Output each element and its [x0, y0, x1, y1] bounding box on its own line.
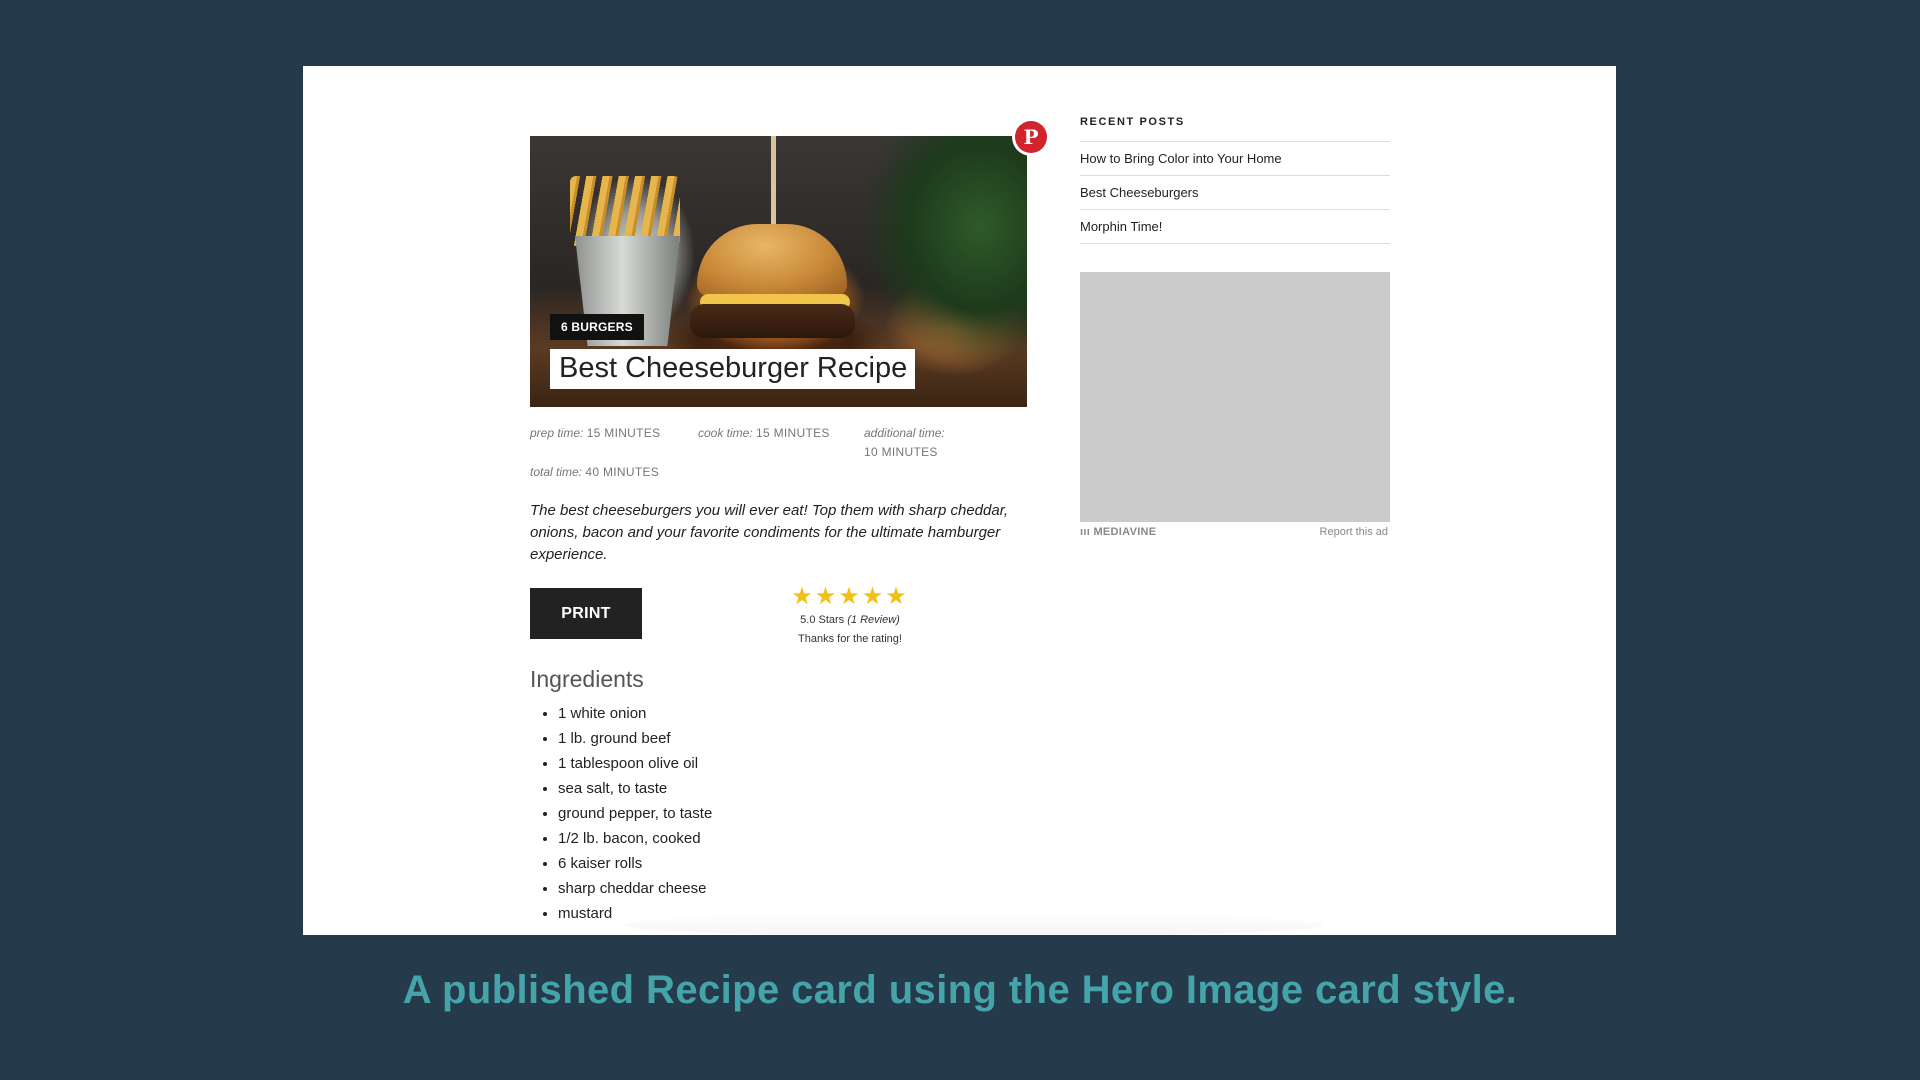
caption: A published Recipe card using the Hero I…: [402, 968, 1518, 1012]
recipe-title: Best Cheeseburger Recipe: [550, 349, 916, 389]
scroll-fade: [623, 913, 1323, 935]
burger-bun-graphic: [697, 224, 847, 296]
cook-time-label: cook time:: [698, 426, 753, 440]
ingredient-item: 6 kaiser rolls: [558, 851, 712, 876]
rating-reviews-text: (1 Review): [847, 614, 900, 626]
ad-brand-text: MEDIAVINE: [1093, 526, 1157, 538]
prep-time: prep time: 15 MINUTES: [530, 424, 660, 443]
ingredients-list: 1 white onion 1 lb. ground beef 1 tables…: [530, 701, 712, 926]
star-icon[interactable]: ★: [838, 583, 862, 610]
prep-time-label: prep time:: [530, 426, 584, 440]
burger-pick: [771, 136, 776, 232]
ingredient-item: 1/2 lb. bacon, cooked: [558, 826, 712, 851]
star-icon[interactable]: ★: [815, 583, 839, 610]
ad-footer: ııı MEDIAVINE Report this ad: [1080, 526, 1390, 538]
mediavine-logo: ııı MEDIAVINE: [1080, 526, 1157, 538]
star-icon[interactable]: ★: [885, 583, 909, 610]
pinterest-icon: P: [1015, 121, 1047, 153]
print-button[interactable]: PRINT: [530, 588, 642, 639]
recipe-summary: The best cheeseburgers you will ever eat…: [530, 502, 1009, 563]
ad-slot[interactable]: [1080, 272, 1390, 522]
star-rating[interactable]: ★★★★★: [780, 584, 920, 610]
ingredient-item: sea salt, to taste: [558, 776, 712, 801]
additional-time-label: additional time:: [864, 426, 945, 440]
rating-widget: ★★★★★ 5.0 Stars (1 Review) Thanks for th…: [780, 584, 920, 646]
rating-stars-text: 5.0 Stars: [800, 614, 845, 626]
star-icon[interactable]: ★: [862, 583, 886, 610]
rating-summary: 5.0 Stars (1 Review): [780, 614, 920, 626]
recent-post-link[interactable]: Morphin Time!: [1080, 210, 1390, 244]
browser-page: 6 BURGERS Best Cheeseburger Recipe P pre…: [303, 66, 1616, 935]
ingredient-item: 1 lb. ground beef: [558, 726, 712, 751]
cook-time: cook time: 15 MINUTES: [698, 424, 830, 443]
recent-post-link[interactable]: How to Bring Color into Your Home: [1080, 142, 1390, 176]
total-time: total time: 40 MINUTES: [530, 463, 659, 482]
fries-graphic: [570, 176, 680, 246]
additional-time: additional time: 10 MINUTES: [864, 424, 945, 462]
sidebar: RECENT POSTS How to Bring Color into You…: [1080, 116, 1390, 538]
ingredients-heading: Ingredients: [530, 666, 644, 692]
prep-time-value: 15 MINUTES: [586, 426, 661, 440]
additional-time-value: 10 MINUTES: [864, 445, 938, 459]
recent-posts-list: How to Bring Color into Your Home Best C…: [1080, 141, 1390, 244]
cook-time-value: 15 MINUTES: [756, 426, 830, 440]
recent-post-link[interactable]: Best Cheeseburgers: [1080, 176, 1390, 210]
ingredient-item: 1 white onion: [558, 701, 712, 726]
burger-patty-graphic: [690, 304, 855, 338]
star-icon[interactable]: ★: [791, 583, 815, 610]
servings-badge: 6 BURGERS: [550, 314, 644, 340]
ingredient-item: 1 tablespoon olive oil: [558, 751, 712, 776]
ingredient-item: sharp cheddar cheese: [558, 876, 712, 901]
hero-image: 6 BURGERS Best Cheeseburger Recipe: [530, 136, 1027, 407]
report-ad-link[interactable]: Report this ad: [1320, 526, 1388, 538]
total-time-value: 40 MINUTES: [585, 465, 660, 479]
rating-thanks: Thanks for the rating!: [798, 633, 902, 645]
pinterest-button[interactable]: P: [1012, 118, 1050, 156]
recent-posts-heading: RECENT POSTS: [1080, 116, 1185, 128]
ingredient-item: ground pepper, to taste: [558, 801, 712, 826]
total-time-label: total time:: [530, 465, 583, 479]
